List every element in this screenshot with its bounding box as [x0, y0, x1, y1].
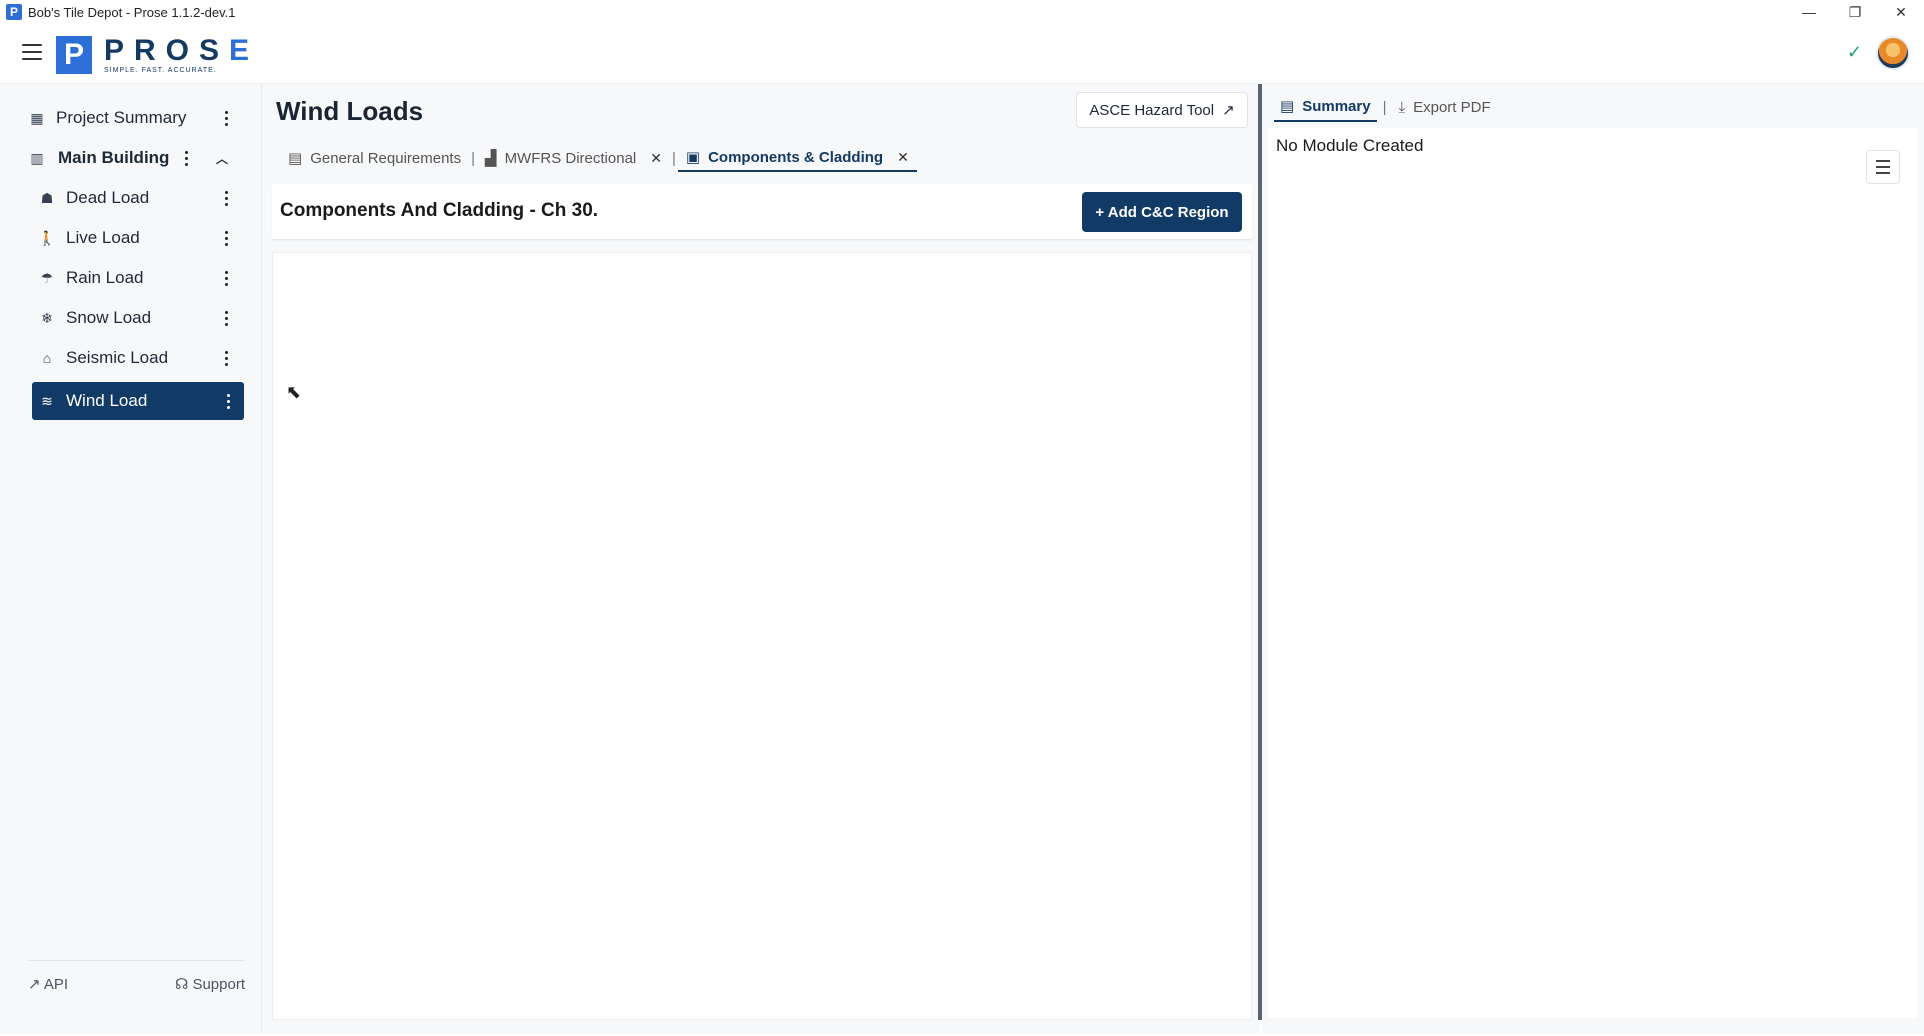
prose-logo: P PROSE SIMPLE. FAST. ACCURATE. — [56, 36, 259, 74]
sidebar-item-dead-load[interactable]: ☗ Dead Load — [38, 180, 236, 216]
minimize-button[interactable]: — — [1786, 0, 1832, 24]
external-link-icon: ↗ — [28, 976, 41, 993]
sidebar-item-rain-load[interactable]: ☂ Rain Load — [38, 260, 236, 296]
document-icon: ▤ — [288, 150, 303, 167]
sidebar-item-label: Rain Load — [66, 268, 144, 287]
kebab-menu-icon[interactable] — [216, 100, 236, 136]
logo-text: PROSE SIMPLE. FAST. ACCURATE. — [104, 34, 260, 75]
logo-mark: P — [56, 36, 92, 74]
section-title: Components And Cladding - Ch 30. — [280, 200, 599, 221]
sidebar-item-seismic-load[interactable]: ⌂ Seismic Load — [38, 340, 236, 376]
close-tab-icon[interactable]: ✕ — [897, 149, 909, 166]
summary-tab-bar: ▤ Summary | ⤓ Export PDF — [1274, 92, 1497, 122]
tab-bar: ▤ General Requirements | ▟ MWFRS Directi… — [280, 144, 917, 172]
app-icon: P — [6, 4, 22, 20]
snowflake-icon: ❄ — [41, 309, 53, 326]
kebab-menu-icon[interactable] — [216, 220, 236, 256]
cladding-icon: ▣ — [685, 149, 701, 166]
document-icon: ▤ — [1280, 98, 1295, 115]
list-menu-icon[interactable] — [1866, 150, 1900, 184]
logo-tagline: SIMPLE. FAST. ACCURATE. — [104, 67, 217, 74]
kebab-menu-icon[interactable] — [216, 340, 236, 376]
user-avatar[interactable] — [1876, 36, 1910, 70]
tab-separator: | — [671, 149, 676, 167]
tab-summary[interactable]: ▤ Summary — [1274, 92, 1377, 122]
mouse-cursor-icon: ⬉ — [286, 382, 302, 402]
summary-pane: ▤ Summary | ⤓ Export PDF No Module Creat… — [1262, 84, 1924, 1034]
app-header: P PROSE SIMPLE. FAST. ACCURATE. ✓ — [0, 24, 1924, 84]
content-panel — [272, 252, 1252, 1020]
sidebar-item-label: Live Load — [66, 228, 140, 247]
sidebar-item-label: Seismic Load — [66, 348, 169, 367]
window-titlebar: P Bob's Tile Depot - Prose 1.1.2-dev.1 —… — [0, 0, 1924, 24]
logo-word: PROSE — [104, 34, 260, 67]
maximize-button[interactable]: ❐ — [1832, 0, 1878, 24]
tab-separator: | — [1382, 98, 1387, 116]
external-link-icon: ↗ — [1222, 102, 1235, 119]
empty-message: No Module Created — [1276, 136, 1424, 155]
sidebar-item-label: Project Summary — [56, 108, 187, 127]
kebab-menu-icon[interactable] — [216, 180, 236, 216]
section-header: Components And Cladding - Ch 30. + Add C… — [272, 184, 1252, 240]
sidebar-item-main-building[interactable]: ▥ Main Building ︿ — [28, 140, 238, 176]
tab-separator: | — [471, 149, 476, 167]
sidebar-item-project-summary[interactable]: ▦ Project Summary — [28, 100, 236, 136]
sidebar-item-label: Wind Load — [66, 391, 148, 410]
wind-icon: ≋ — [41, 392, 53, 409]
sidebar: ▦ Project Summary ▥ Main Building ︿ ☗ De… — [0, 84, 262, 1034]
support-link[interactable]: ☊ Support — [175, 975, 245, 993]
window-title: Bob's Tile Depot - Prose 1.1.2-dev.1 — [28, 4, 236, 20]
sidebar-item-wind-load[interactable]: ≋ Wind Load — [32, 382, 244, 420]
rain-icon: ☂ — [40, 269, 54, 286]
api-link[interactable]: ↗ API — [28, 975, 68, 993]
building-icon: ▥ — [30, 149, 44, 166]
sidebar-item-label: Main Building — [58, 148, 170, 167]
sidebar-footer: ↗ API ☊ Support — [28, 960, 245, 993]
window-controls: — ❐ ✕ — [1786, 0, 1924, 24]
tab-export-pdf[interactable]: ⤓ Export PDF — [1392, 92, 1496, 122]
kebab-menu-icon[interactable] — [216, 260, 236, 296]
sidebar-item-live-load[interactable]: 🚶 Live Load — [38, 220, 236, 256]
kebab-menu-icon[interactable] — [218, 382, 238, 420]
sync-check-icon: ✓ — [1846, 42, 1862, 62]
tab-mwfrs-directional[interactable]: ▟ MWFRS Directional ✕ — [477, 144, 670, 172]
kebab-menu-icon[interactable] — [216, 300, 236, 336]
chevron-up-icon[interactable]: ︿ — [216, 150, 228, 167]
tab-general-requirements[interactable]: ▤ General Requirements — [280, 144, 469, 172]
download-icon: ⤓ — [1398, 98, 1406, 116]
sidebar-item-label: Dead Load — [66, 188, 150, 207]
chart-icon: ▟ — [485, 150, 497, 167]
person-walking-icon: 🚶 — [38, 229, 56, 246]
kebab-menu-icon[interactable] — [176, 140, 196, 176]
main-content: Wind Loads ASCE Hazard Tool ↗ ▤ General … — [262, 84, 1260, 1034]
close-tab-icon[interactable]: ✕ — [650, 150, 662, 167]
hamburger-menu-icon[interactable] — [22, 44, 42, 60]
close-window-button[interactable]: ✕ — [1878, 0, 1924, 24]
page-title: Wind Loads — [276, 96, 424, 126]
sidebar-item-label: Snow Load — [66, 308, 152, 327]
sidebar-item-snow-load[interactable]: ❄ Snow Load — [38, 300, 236, 336]
weight-icon: ☗ — [40, 189, 54, 206]
tab-components-cladding[interactable]: ▣ Components & Cladding ✕ — [677, 144, 917, 172]
add-cc-region-button[interactable]: + Add C&C Region — [1082, 192, 1242, 232]
house-icon: ⌂ — [42, 350, 52, 366]
asce-hazard-tool-button[interactable]: ASCE Hazard Tool ↗ — [1076, 92, 1248, 128]
table-icon: ▦ — [30, 109, 44, 126]
headset-icon: ☊ — [174, 976, 189, 993]
summary-panel: No Module Created — [1268, 128, 1918, 1018]
